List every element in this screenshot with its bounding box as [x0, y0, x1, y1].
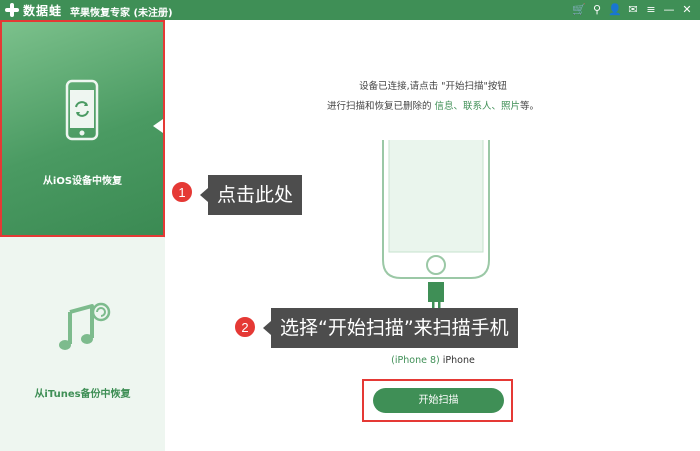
scan-description-highlight: 信息、联系人、照片 — [434, 101, 521, 112]
connected-phone-illustration — [382, 140, 490, 308]
chat-icon[interactable]: ✉ — [626, 2, 640, 18]
key-icon[interactable]: ⚲ — [590, 2, 604, 18]
scan-description-prefix: 进行扫描和恢复已删除的 — [326, 101, 435, 112]
phone-refresh-icon — [65, 79, 99, 141]
app-window: 数据蛙 苹果恢复专家 (未注册) 🛒 ⚲ 👤 ✉ ≡ — ✕ 从iOS设备中恢复 — [0, 0, 700, 451]
callout-badge-1: 1 — [171, 181, 193, 203]
logo-cross-icon — [4, 2, 20, 18]
menu-icon[interactable]: ≡ — [644, 2, 658, 18]
app-title: 苹果恢复专家 (未注册) — [70, 8, 173, 19]
device-info: (iPhone 8) iPhone — [166, 355, 700, 366]
scan-description: 进行扫描和恢复已删除的 信息、联系人、照片等。 — [166, 98, 700, 112]
cart-icon[interactable]: 🛒 — [572, 2, 586, 18]
active-pointer-arrow — [153, 119, 163, 133]
sidebar-item-label: 从iOS设备中恢复 — [42, 176, 123, 187]
itunes-music-icon — [59, 302, 111, 350]
window-controls: 🛒 ⚲ 👤 ✉ ≡ — ✕ — [572, 2, 694, 18]
device-type: iPhone — [439, 355, 475, 366]
callout-tooltip-1: 点击此处 — [199, 175, 303, 215]
user-icon[interactable]: 👤 — [608, 2, 622, 18]
sidebar-item-itunes-backup[interactable]: 从iTunes备份中恢复 — [0, 238, 165, 451]
device-model: (iPhone 8) — [391, 355, 440, 366]
close-icon[interactable]: ✕ — [680, 2, 694, 18]
callout-badge-2: 2 — [234, 316, 256, 338]
callout-tooltip-2: 选择“开始扫描”来扫描手机 — [263, 308, 518, 348]
scan-description-suffix: 等。 — [520, 101, 540, 112]
title-bar: 数据蛙 苹果恢复专家 (未注册) 🛒 ⚲ 👤 ✉ ≡ — ✕ — [0, 0, 700, 20]
main-panel: 设备已连接,请点击 "开始扫描"按钮 进行扫描和恢复已删除的 信息、联系人、照片… — [166, 20, 700, 451]
start-scan-button[interactable]: 开始扫描 — [373, 388, 504, 413]
sidebar: 从iOS设备中恢复 从iTunes备份中恢复 — [0, 20, 165, 451]
sidebar-item-label: 从iTunes备份中恢复 — [34, 389, 131, 400]
sidebar-item-ios-device[interactable]: 从iOS设备中恢复 — [0, 20, 165, 237]
start-scan-highlight-box: 开始扫描 — [362, 379, 513, 422]
minimize-icon[interactable]: — — [662, 2, 676, 18]
connection-message: 设备已连接,请点击 "开始扫描"按钮 — [359, 81, 507, 92]
brand-name: 数据蛙 — [23, 4, 63, 18]
